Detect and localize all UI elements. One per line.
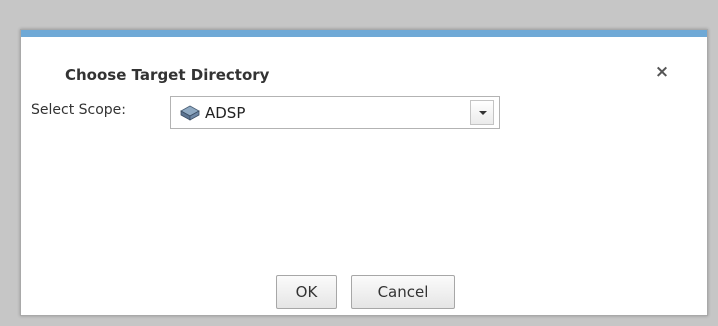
dialog-title: Choose Target Directory [65, 66, 270, 84]
ok-button[interactable]: OK [276, 275, 337, 309]
directory-icon [179, 105, 201, 121]
cancel-button[interactable]: Cancel [351, 275, 455, 309]
scope-select-value: ADSP [205, 104, 246, 122]
dialog-accent-bar [21, 30, 707, 37]
close-icon[interactable]: × [653, 63, 671, 81]
chevron-down-icon [479, 111, 487, 115]
select-scope-label: Select Scope: [31, 102, 127, 118]
choose-target-directory-dialog: Choose Target Directory × Select Scope: … [20, 29, 708, 316]
dropdown-button[interactable] [470, 100, 494, 125]
scope-select[interactable]: ADSP [170, 96, 500, 129]
